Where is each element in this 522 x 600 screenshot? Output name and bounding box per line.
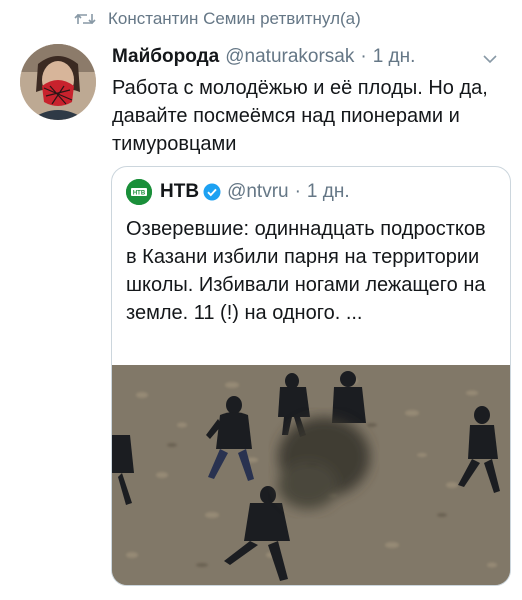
retweet-label: Константин Семин ретвитнул(а): [108, 9, 361, 28]
verified-badge-icon: [203, 183, 221, 201]
tweet-text: Работа с молодёжью и её плоды. Но да, да…: [112, 77, 488, 155]
quoted-tweet-text: Озверевшие: одиннадцать подростков в Каз…: [126, 218, 486, 324]
quoted-author-name[interactable]: НТВ: [160, 181, 199, 203]
retweet-context[interactable]: Константин Семин ретвитнул(а): [74, 8, 361, 30]
avatar[interactable]: [20, 44, 96, 120]
tweet-header: Майборода @naturakorsak · 1 дн.: [112, 44, 506, 70]
quoted-timestamp[interactable]: 1 дн.: [307, 181, 350, 203]
quoted-tweet-card[interactable]: НТВ НТВ @ntvru · 1 дн. Озверевшие: одинн…: [111, 166, 511, 586]
svg-text:НТВ: НТВ: [133, 191, 146, 197]
quoted-tweet-header: НТВ НТВ @ntvru · 1 дн.: [126, 179, 350, 205]
timestamp[interactable]: 1 дн.: [373, 46, 416, 68]
separator-dot: ·: [360, 46, 367, 67]
retweet-icon: [74, 8, 100, 30]
separator-dot: ·: [294, 181, 301, 202]
author-name[interactable]: Майборода: [112, 46, 219, 68]
author-handle[interactable]: @naturakorsak: [225, 46, 354, 68]
quoted-tweet-video-still[interactable]: [112, 365, 510, 585]
ntv-logo-avatar: НТВ: [126, 179, 152, 205]
chevron-down-icon[interactable]: [482, 50, 498, 64]
quoted-author-handle[interactable]: @ntvru: [227, 181, 289, 203]
